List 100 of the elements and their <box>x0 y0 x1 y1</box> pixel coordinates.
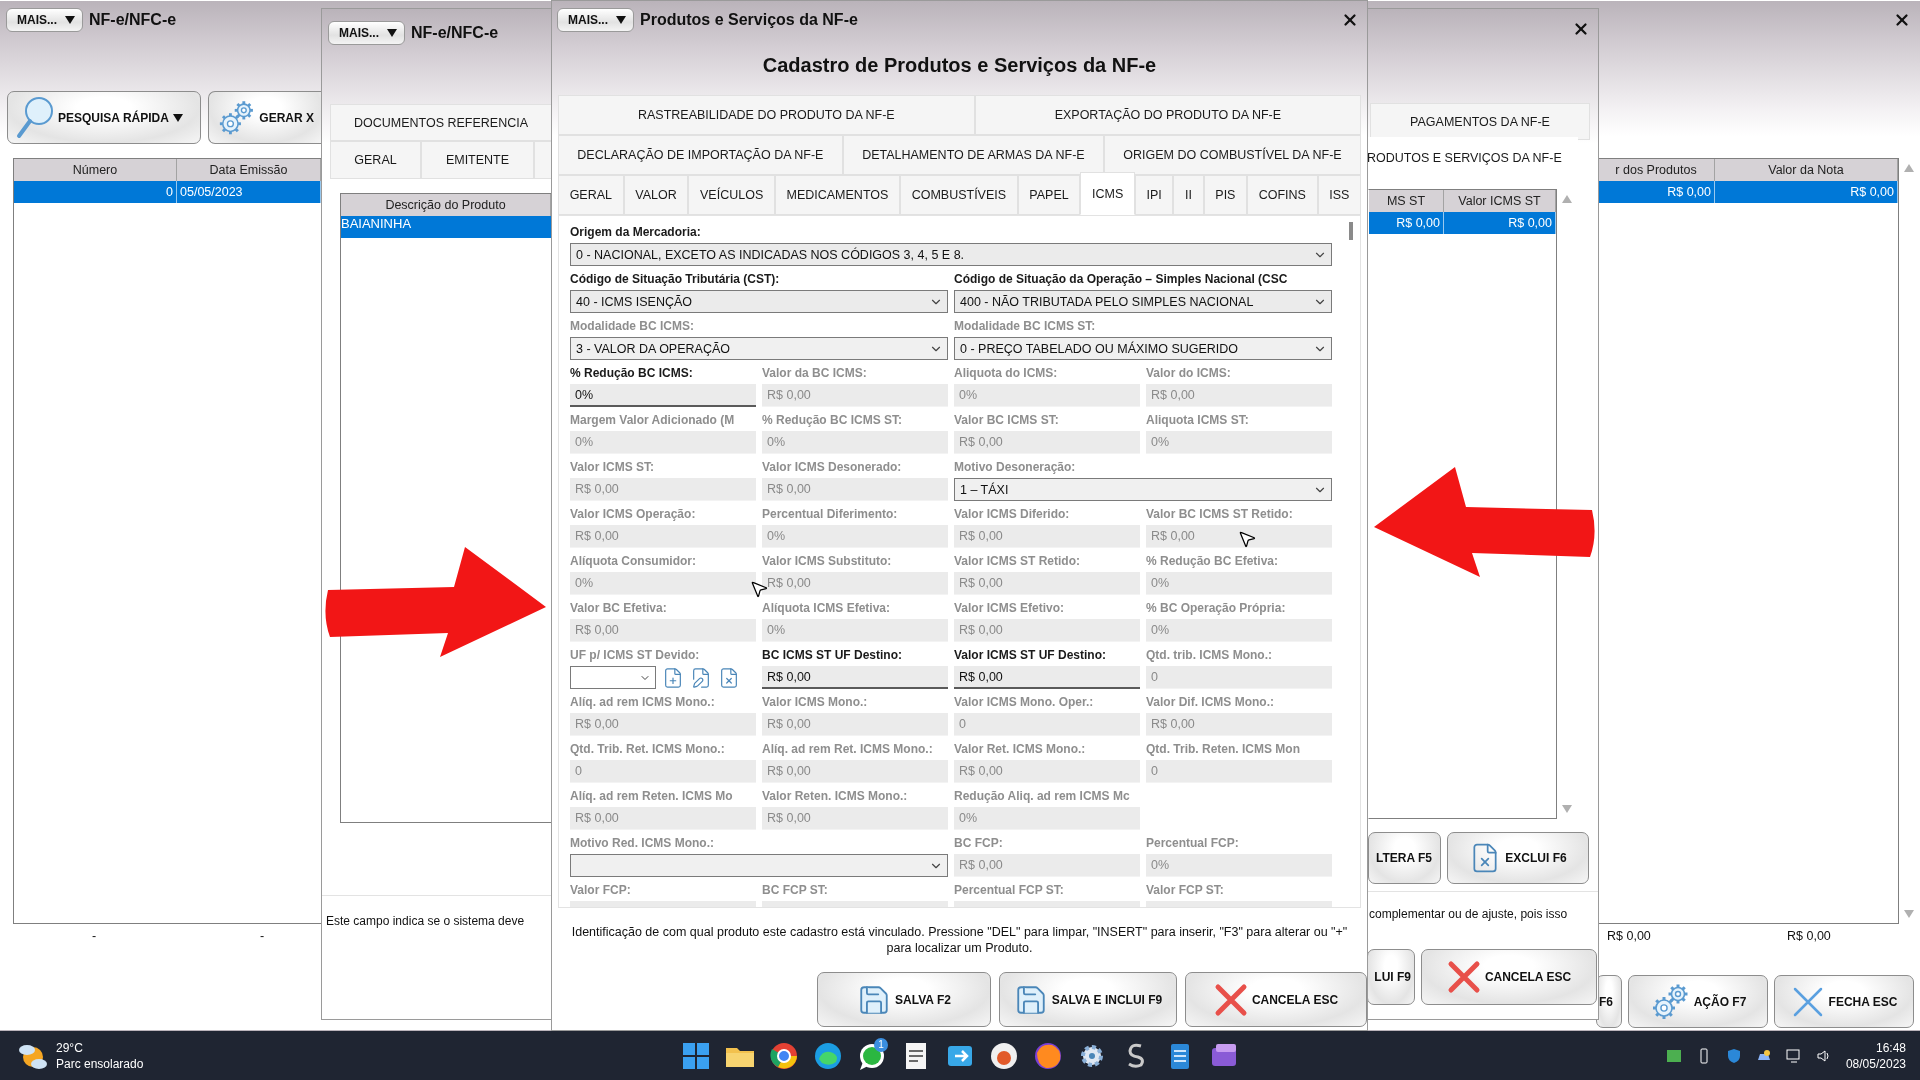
field-label: Motivo Red. ICMS Mono.: <box>570 835 715 852</box>
field-label: % Redução BC ICMS ST: <box>762 412 903 429</box>
field-label: Valor ICMS ST: <box>570 459 656 476</box>
tab[interactable]: DOCUMENTOS REFERENCIA <box>330 104 552 141</box>
shield-icon[interactable] <box>1725 1047 1742 1064</box>
add-document-icon[interactable] <box>662 666 684 689</box>
tab[interactable]: DECLARAÇÃO DE IMPORTAÇÃO DA NF-E <box>558 135 843 175</box>
action-button[interactable]: SALVA F2 <box>817 972 991 1027</box>
field-label: Valor ICMS Mono.: <box>762 694 869 711</box>
field-label: Aliquota ICMS ST: <box>1146 412 1250 429</box>
menu-button[interactable]: MAIS... <box>6 8 83 32</box>
action-button[interactable]: LTERA F5 <box>1368 832 1441 884</box>
scroll-down-icon <box>1562 805 1572 813</box>
tab[interactable]: MEDICAMENTOS <box>774 175 900 215</box>
tab[interactable]: DETALHAMENTO DE ARMAS DA NF-E <box>842 135 1104 175</box>
table-row[interactable]: R$ 0,00 R$ 0,00 <box>1598 181 1898 203</box>
menu-button[interactable]: MAIS... <box>328 21 405 45</box>
table-cell: R$ 0,00 <box>1369 212 1444 234</box>
close-button[interactable] <box>1893 11 1911 29</box>
cancel-icon <box>1446 960 1481 994</box>
remove-document-icon[interactable] <box>718 666 740 689</box>
input-field[interactable]: 0% <box>570 384 756 407</box>
field-label: UF p/ ICMS ST Devido: <box>570 647 701 664</box>
network-icon[interactable] <box>1785 1047 1802 1064</box>
tab[interactable]: GERAL <box>558 175 624 215</box>
tab[interactable] <box>534 141 552 179</box>
action-button[interactable]: EXCLUI F6 <box>1447 832 1589 884</box>
field-label: Valor do ICMS: <box>1146 365 1232 382</box>
table-row[interactable]: 0 05/05/2023 <box>14 181 321 203</box>
tab[interactable]: VALOR <box>623 175 689 215</box>
weather-text: Parc ensolarado <box>56 1055 144 1072</box>
help-text: Identificação de com qual produto este cadastro está vinculado. Pressione "DEL" para limpar, "INSERT" para inserir, "F3" para alterar ou "+" para localizar um Produto. <box>570 924 1349 956</box>
total-value: - <box>258 929 266 943</box>
help-text: Este campo indica se o sistema deve <box>325 914 526 928</box>
search-icon <box>16 95 54 140</box>
field-label: Valor ICMS ST UF Destino: <box>954 647 1107 664</box>
tab[interactable]: IPI <box>1134 175 1174 215</box>
clock-time[interactable]: 16:48 <box>1875 1039 1906 1056</box>
input-field[interactable]: R$ 0,00 <box>762 666 948 689</box>
table-cell: 0 <box>14 181 177 203</box>
field-label: Modalidade BC ICMS: <box>570 318 695 335</box>
action-button[interactable]: SALVA E INCLUI F9 <box>999 972 1177 1027</box>
field-label: Valor Dif. ICMS Mono.: <box>1146 694 1275 711</box>
tab[interactable]: GERAL <box>330 141 421 179</box>
field-label: Código de Situação da Operação – Simples Nacional (CSC <box>954 271 1289 288</box>
field-label: Qtd. trib. ICMS Mono.: <box>1146 647 1273 664</box>
notification-badge: 1 <box>874 1037 888 1052</box>
tab[interactable]: PIS <box>1203 175 1248 215</box>
tab[interactable]: II <box>1173 175 1204 215</box>
caret-icon <box>616 15 626 25</box>
input-field[interactable]: R$ 0,00 <box>954 666 1140 689</box>
close-button[interactable] <box>1572 20 1590 38</box>
tab[interactable]: PAGAMENTOS DA NF-E <box>1370 103 1590 140</box>
tray-icon[interactable] <box>1665 1047 1682 1064</box>
table-row[interactable]: BAIANINHA <box>341 216 551 238</box>
action-button[interactable]: LUI F9 <box>1367 949 1415 1005</box>
action-button[interactable]: FECHA ESC <box>1774 975 1914 1028</box>
field-label: Percentual Diferimento: <box>762 506 899 523</box>
total-value: R$ 0,00 <box>1606 929 1652 943</box>
tab[interactable]: EXPORTAÇÃO DO PRODUTO DA NF-E <box>974 95 1361 135</box>
tab[interactable]: ISS <box>1317 175 1361 215</box>
edit-document-icon[interactable] <box>690 666 712 689</box>
action-button[interactable]: CANCELA ESC <box>1421 949 1597 1005</box>
scrollbar-thumb[interactable] <box>1349 222 1353 240</box>
menu-button[interactable]: MAIS... <box>557 8 634 32</box>
field-label: Alíquota ICMS Efetiva: <box>762 600 891 617</box>
table-row[interactable]: R$ 0,00 R$ 0,00 <box>1369 212 1556 234</box>
field-label: BC FCP: <box>954 835 1004 852</box>
dropdown-field[interactable] <box>570 854 948 877</box>
field-label: Valor ICMS Diferido: <box>954 506 1071 523</box>
tab[interactable]: VEÍCULOS <box>688 175 775 215</box>
tab[interactable]: PAPEL <box>1017 175 1081 215</box>
dropdown-field[interactable]: 0 - NACIONAL, EXCETO AS INDICADAS NOS CÓDIGOS 3, 4, 5 E 8. <box>570 243 1332 266</box>
dialog-heading: Cadastro de Produtos e Serviços da NF-e <box>761 52 1158 78</box>
field-label: Redução Aliq. ad rem ICMS Mc <box>954 788 1131 805</box>
tab[interactable]: RASTREABILIDADE DO PRODUTO DA NF-E <box>558 95 975 135</box>
field-label: % BC Operação Própria: <box>1146 600 1287 617</box>
tab[interactable]: EMITENTE <box>421 141 534 179</box>
action-button[interactable]: PESQUISA RÁPIDA <box>7 91 201 144</box>
volume-icon[interactable] <box>1815 1047 1832 1064</box>
field-label: % Redução BC ICMS: <box>570 365 694 382</box>
gears-icon <box>217 98 256 137</box>
field-label: Modalidade BC ICMS ST: <box>954 318 1097 335</box>
dropdown-field[interactable]: 40 - ICMS ISENÇÃO <box>570 290 948 313</box>
close-button[interactable] <box>1341 11 1359 29</box>
clock-date[interactable]: 08/05/2023 <box>1845 1055 1906 1072</box>
action-button[interactable]: AÇÃO F7 <box>1628 975 1768 1028</box>
dropdown-field[interactable] <box>570 666 656 689</box>
tab[interactable]: COFINS <box>1247 175 1318 215</box>
tab[interactable]: ICMS <box>1080 172 1135 215</box>
table-cell: R$ 0,00 <box>1444 212 1556 234</box>
tab[interactable]: ORIGEM DO COMBUSTÍVEL DA NF-E <box>1104 135 1361 175</box>
action-button[interactable]: CANCELA ESC <box>1185 972 1367 1027</box>
dropdown-field[interactable]: 400 - NÃO TRIBUTADA PELO SIMPLES NACIONAL <box>954 290 1332 313</box>
field-label: Qtd. Trib. Ret. ICMS Mono.: <box>570 741 726 758</box>
tab[interactable]: COMBUSTÍVEIS <box>900 175 1018 215</box>
caret-icon <box>387 28 397 38</box>
field-label: BC ICMS ST UF Destino: <box>762 647 903 664</box>
action-button[interactable]: GERAR X <box>208 91 322 144</box>
scroll-up-icon <box>1562 195 1572 203</box>
